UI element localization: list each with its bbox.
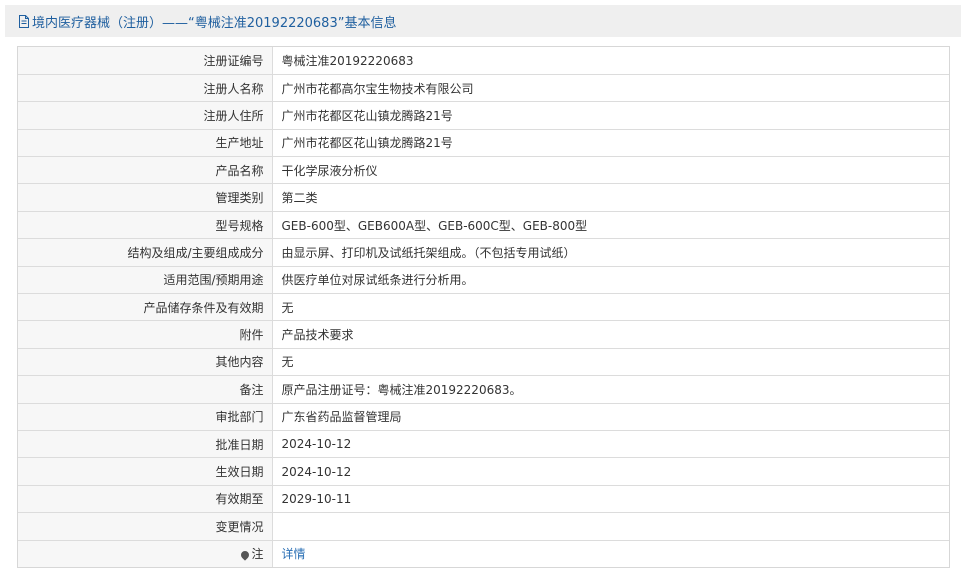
- table-row: 管理类别 第二类: [18, 183, 949, 212]
- table-row: 有效期至 2029-10-11: [18, 485, 949, 514]
- page-header: 境内医疗器械（注册）——“粤械注准20192220683”基本信息: [5, 5, 961, 37]
- row-label: 产品名称: [18, 156, 273, 185]
- row-value: 广州市花都区花山镇龙腾路21号: [272, 129, 949, 158]
- row-label: 注册人住所: [18, 101, 273, 130]
- row-value: 广东省药品监督管理局: [272, 403, 949, 431]
- row-value: 原产品注册证号：粤械注准20192220683。: [272, 375, 949, 404]
- detail-link[interactable]: 详情: [282, 547, 306, 561]
- row-value: 2024-10-12: [272, 430, 949, 459]
- row-value: GEB-600型、GEB600A型、GEB-600C型、GEB-800型: [272, 211, 949, 240]
- table-row: 结构及组成/主要组成成分 由显示屏、打印机及试纸托架组成。（不包括专用试纸）: [18, 238, 949, 267]
- note-row: 注 详情: [18, 540, 949, 568]
- table-row: 生产地址 广州市花都区花山镇龙腾路21号: [18, 129, 949, 158]
- row-label: 其他内容: [18, 348, 273, 377]
- table-row: 注册人住所 广州市花都区花山镇龙腾路21号: [18, 101, 949, 130]
- table-row: 审批部门 广东省药品监督管理局: [18, 403, 949, 431]
- row-label: 适用范围/预期用途: [18, 266, 273, 295]
- table-row: 产品名称 干化学尿液分析仪: [18, 156, 949, 185]
- row-value: 2024-10-12: [272, 457, 949, 486]
- row-label: 附件: [18, 320, 273, 349]
- row-value: 广州市花都高尔宝生物技术有限公司: [272, 74, 949, 103]
- row-label: 有效期至: [18, 485, 273, 514]
- row-label: 生效日期: [18, 457, 273, 486]
- row-label: 变更情况: [18, 512, 273, 541]
- row-value: 供医疗单位对尿试纸条进行分析用。: [272, 266, 949, 295]
- note-label: 注: [251, 547, 264, 562]
- table-row: 附件 产品技术要求: [18, 320, 949, 349]
- table-row: 生效日期 2024-10-12: [18, 457, 949, 486]
- row-label: 结构及组成/主要组成成分: [18, 238, 273, 267]
- row-label: 批准日期: [18, 430, 273, 459]
- row-value: [272, 512, 949, 541]
- row-value: 无: [272, 348, 949, 377]
- row-label: 注册证编号: [18, 47, 273, 75]
- row-value: 产品技术要求: [272, 320, 949, 349]
- table-row: 适用范围/预期用途 供医疗单位对尿试纸条进行分析用。: [18, 266, 949, 295]
- row-label: 备注: [18, 375, 273, 404]
- table-row: 其他内容无: [18, 348, 949, 377]
- pin-icon: [239, 549, 252, 561]
- table-row: 注册人名称 广州市花都高尔宝生物技术有限公司: [18, 74, 949, 103]
- row-value: 粤械注准20192220683: [272, 47, 949, 75]
- row-value: 广州市花都区花山镇龙腾路21号: [272, 101, 949, 130]
- table-row: 产品储存条件及有效期无: [18, 293, 949, 322]
- row-label: 管理类别: [18, 183, 273, 212]
- row-label: 产品储存条件及有效期: [18, 293, 273, 322]
- table-row: 备注 原产品注册证号：粤械注准20192220683。: [18, 375, 949, 404]
- detail-table: 注册证编号 粤械注准20192220683 注册人名称 广州市花都高尔宝生物技术有限…: [17, 46, 950, 569]
- table-row: 批准日期 2024-10-12: [18, 430, 949, 459]
- row-label: 生产地址: [18, 129, 273, 158]
- row-value: 无: [272, 293, 949, 322]
- row-value: 2029-10-11: [272, 485, 949, 514]
- document-icon: [19, 14, 29, 28]
- page-title: 境内医疗器械（注册）——“粤械注准20192220683”基本信息: [32, 15, 397, 31]
- table-row: 变更情况: [18, 512, 949, 541]
- row-value: 第二类: [272, 183, 949, 212]
- row-value: 干化学尿液分析仪: [272, 156, 949, 185]
- row-label: 注册人名称: [18, 74, 273, 103]
- note-label-cell: 注: [18, 540, 273, 568]
- table-row: 注册证编号 粤械注准20192220683: [18, 47, 949, 75]
- table-row: 型号规格 GEB-600型、GEB600A型、GEB-600C型、GEB-800型: [18, 211, 949, 240]
- row-label: 审批部门: [18, 403, 273, 431]
- row-value: 由显示屏、打印机及试纸托架组成。（不包括专用试纸）: [272, 238, 949, 267]
- note-value-cell: 详情: [272, 540, 949, 567]
- row-label: 型号规格: [18, 211, 273, 240]
